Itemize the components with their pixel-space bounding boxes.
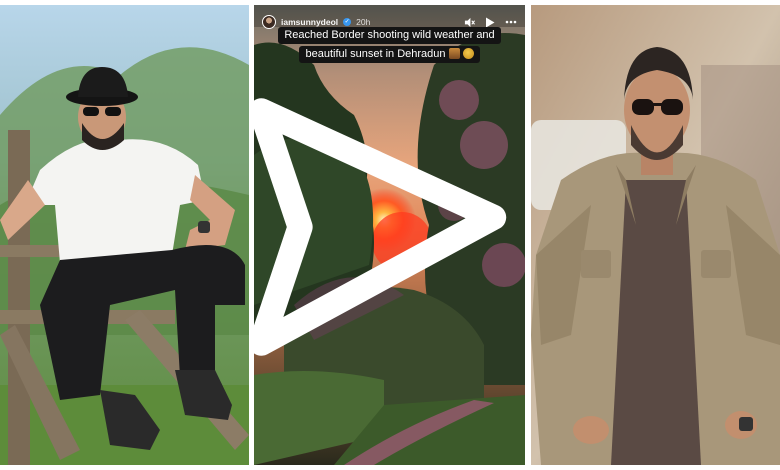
photo-left-fence	[0, 5, 249, 465]
fence-scene-illustration	[0, 5, 249, 465]
send-icon[interactable]	[254, 5, 513, 457]
jacket-portrait-illustration	[531, 5, 780, 465]
instagram-story-sunset: iamsunnydeol ✓ 20h Reached Border shooti…	[254, 5, 525, 465]
photo-right-jacket	[531, 5, 780, 465]
